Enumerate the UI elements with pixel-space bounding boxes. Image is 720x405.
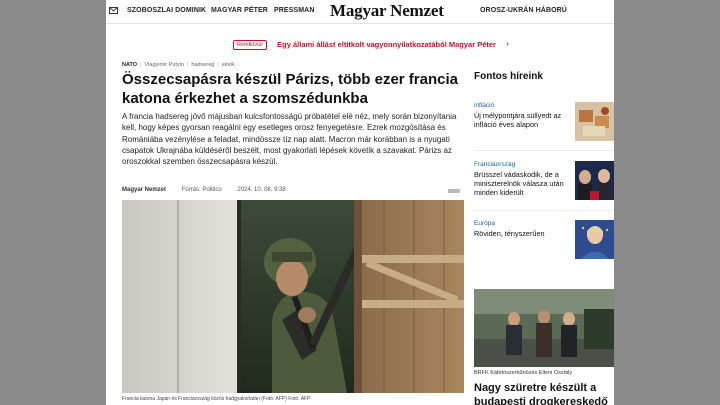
sidebar-divider <box>474 150 614 151</box>
browser-page: SZOBOSZLAI DOMINIK MAGYAR PÉTER PRESSMAN… <box>106 0 614 405</box>
sidebar-item-thumbnail[interactable] <box>575 161 614 200</box>
nav-item-pressman[interactable]: PRESSMAN <box>274 7 314 14</box>
nav-item-orosz-ukran-haboru[interactable]: OROSZ-UKRÁN HÁBORÚ <box>480 7 567 14</box>
article-byline: Magyar Nemzet Forrás: Politico 2024. 10.… <box>122 187 462 197</box>
breaking-badge: Rendkívüli <box>233 39 267 50</box>
featured-title[interactable]: Nagy szüretre készült a budapesti drogke… <box>474 381 614 405</box>
mail-icon[interactable] <box>109 7 118 14</box>
tag-elnok[interactable]: elnök <box>222 62 235 68</box>
tag-hadsereg[interactable]: hadsereg <box>191 62 214 68</box>
sidebar-item-title[interactable]: Új mélypontjára süllyedt az infláció éve… <box>474 111 570 130</box>
sidebar-item-inflacio[interactable]: infláció Új mélypontjára süllyedt az inf… <box>474 102 614 144</box>
tag-nato[interactable]: NATO <box>122 62 137 68</box>
nav-item-szoboszlai[interactable]: SZOBOSZLAI DOMINIK <box>127 7 206 14</box>
article-date: 2024. 10. 08. 9:38 <box>237 187 286 193</box>
author-name[interactable]: Magyar Nemzet <box>122 187 166 193</box>
article-photo <box>122 200 464 393</box>
sidebar-divider <box>474 210 614 211</box>
sidebar-item-franciaorszag[interactable]: Franciaország Brüsszel vádaskodik, de a … <box>474 161 614 203</box>
share-icon[interactable] <box>448 189 460 193</box>
chevron-right-icon[interactable]: › <box>506 41 508 48</box>
article-headline: Összecsapásra készül Párizs, több ezer f… <box>122 71 458 107</box>
photo-caption: Francia katona Japán és Franciaország kö… <box>122 396 311 402</box>
breaking-news-bar[interactable]: Rendkívüli Egy állami állást eltitkolt v… <box>233 36 509 50</box>
sidebar-title: Fontos híreink <box>474 71 543 82</box>
site-logo[interactable]: Magyar Nemzet <box>330 1 444 21</box>
tag-putyin[interactable]: Vlagyimir Putyin <box>145 62 184 68</box>
sidebar-item-title[interactable]: Brüsszel vádaskodik, de a miniszterelnök… <box>474 170 570 197</box>
breaking-news-link[interactable]: Egy állami állást eltitkolt vagyonnyilat… <box>277 40 496 49</box>
featured-photo[interactable] <box>474 289 614 367</box>
sidebar-item-thumbnail[interactable] <box>575 102 614 141</box>
featured-caption: BRFK Kábítószerbűnözés Elleni Osztály <box>474 370 573 376</box>
sidebar-item-europa[interactable]: Európa Röviden, tényszerűen <box>474 220 614 262</box>
sidebar-item-thumbnail[interactable] <box>575 220 614 259</box>
sidebar-item-title[interactable]: Röviden, tényszerűen <box>474 229 570 239</box>
article-source: Forrás: Politico <box>181 187 222 193</box>
top-navigation: SZOBOSZLAI DOMINIK MAGYAR PÉTER PRESSMAN… <box>106 0 614 24</box>
article-tags: NATO | Vlagyimir Putyin | hadsereg | elnök <box>122 62 235 68</box>
article-lead: A francia hadsereg jövő májusban kulcsfo… <box>122 112 457 167</box>
nav-item-magyar-peter[interactable]: MAGYAR PÉTER <box>211 7 268 14</box>
